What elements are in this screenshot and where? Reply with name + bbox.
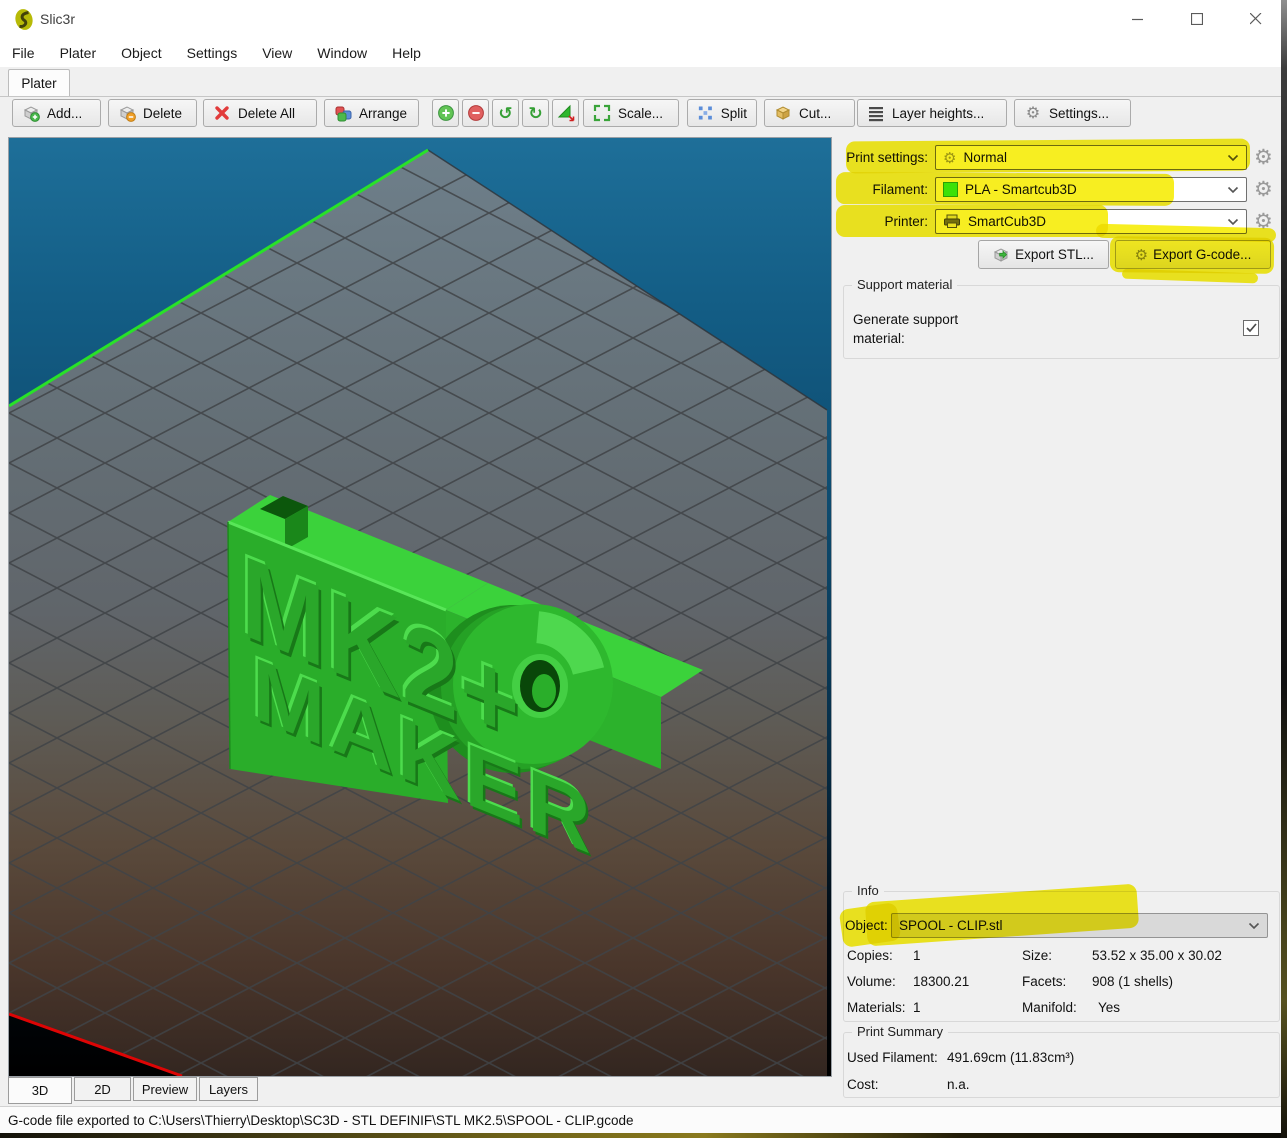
rotate-cw-button[interactable]: ↻	[522, 99, 549, 127]
pane-divider	[0, 96, 1281, 97]
menu-file[interactable]: File	[12, 45, 35, 61]
status-message: G-code file exported to C:\Users\Thierry…	[8, 1112, 634, 1128]
generate-support-label-2: material:	[853, 331, 905, 346]
increase-copies-icon	[437, 105, 454, 121]
change-scale-button[interactable]	[552, 99, 579, 127]
size-label: Size:	[1022, 948, 1053, 963]
viewport-3d[interactable]: MK2+ MK2+ MK2+ MAKER MAKER MAKER	[8, 137, 832, 1078]
layer-heights-button[interactable]: Layer heights...	[857, 99, 1007, 127]
used-filament-label: Used Filament:	[847, 1050, 938, 1065]
cost-value: n.a.	[947, 1077, 970, 1092]
menu-window[interactable]: Window	[317, 45, 367, 61]
highlight-object-label	[838, 902, 902, 948]
delete-button[interactable]: Delete	[108, 99, 197, 127]
desktop-edge-bottom	[0, 1133, 1281, 1138]
size-value: 53.52 x 35.00 x 30.02	[1092, 948, 1222, 963]
rotate-ccw-icon: ↺	[498, 103, 513, 123]
change-scale-icon	[557, 104, 574, 122]
facets-label: Facets:	[1022, 974, 1067, 989]
slic3r-window: Slic3r File Plater Object Settings View …	[0, 0, 1281, 1133]
menu-settings[interactable]: Settings	[187, 45, 238, 61]
used-filament-value: 491.69cm (11.83cm³)	[947, 1050, 1075, 1065]
decrease-copies-icon	[467, 105, 484, 121]
increase-copies-button[interactable]	[432, 99, 459, 127]
tab-plater[interactable]: Plater	[8, 69, 70, 97]
rotate-cw-icon: ↻	[528, 103, 543, 123]
generate-support-checkbox[interactable]	[1243, 320, 1259, 336]
volume-label: Volume:	[847, 974, 896, 989]
facets-value: 908 (1 shells)	[1092, 974, 1174, 989]
copies-value: 1	[913, 948, 921, 963]
layer-heights-icon	[869, 107, 883, 122]
materials-value: 1	[913, 1000, 921, 1015]
generate-support-label: Generate support	[853, 312, 959, 327]
arrange-button[interactable]: Arrange	[324, 99, 419, 127]
maximize-button[interactable]	[1174, 0, 1220, 38]
status-bar: G-code file exported to C:\Users\Thierry…	[0, 1106, 1281, 1133]
materials-label: Materials:	[847, 1000, 906, 1015]
title-bar: Slic3r	[0, 0, 1281, 38]
cut-icon	[775, 106, 791, 120]
tab-preview[interactable]: Preview	[133, 1077, 197, 1101]
highlight-filament	[835, 172, 1175, 206]
tab-layers[interactable]: Layers	[199, 1077, 258, 1101]
slic3r-logo-icon	[15, 9, 33, 30]
close-icon	[1250, 13, 1262, 25]
minimize-button[interactable]	[1115, 0, 1161, 38]
chevron-down-icon	[1248, 922, 1260, 929]
settings-button[interactable]: ⚙ Settings...	[1014, 99, 1131, 127]
gear-icon: ⚙	[1025, 105, 1041, 122]
close-button[interactable]	[1233, 0, 1279, 38]
menu-view[interactable]: View	[262, 45, 292, 61]
cost-label: Cost:	[847, 1077, 879, 1092]
minimize-icon	[1132, 18, 1143, 21]
checkmark-icon	[1245, 323, 1257, 333]
scale-button[interactable]: Scale...	[583, 99, 679, 127]
add-button[interactable]: Add...	[12, 99, 101, 127]
highlight-print-settings	[845, 138, 1251, 174]
export-stl-button[interactable]: Export STL...	[978, 240, 1109, 269]
split-icon	[698, 106, 712, 120]
menu-help[interactable]: Help	[392, 45, 421, 61]
volume-value: 18300.21	[913, 974, 970, 989]
notebook-tab-strip: Plater	[0, 67, 1281, 97]
delete-all-button[interactable]: Delete All	[203, 99, 317, 127]
print-summary-group: Print Summary	[843, 1024, 1280, 1098]
desktop-edge-right	[1281, 0, 1287, 1138]
build-plate-scene: MK2+ MK2+ MK2+ MAKER MAKER MAKER	[8, 138, 831, 1078]
manifold-value: Yes	[1098, 1000, 1121, 1015]
tab-2d[interactable]: 2D	[74, 1077, 131, 1101]
add-object-icon	[23, 106, 40, 122]
manifold-label: Manifold:	[1022, 1000, 1077, 1015]
split-button[interactable]: Split	[687, 99, 757, 127]
chevron-down-icon	[1227, 218, 1239, 225]
filament-gear-button[interactable]: ⚙	[1254, 179, 1273, 200]
print-settings-gear-button[interactable]: ⚙	[1254, 147, 1273, 168]
menu-bar: File Plater Object Settings View Window …	[0, 38, 1281, 67]
scale-icon	[593, 104, 611, 122]
copies-label: Copies:	[847, 948, 893, 963]
window-title: Slic3r	[40, 11, 76, 27]
menu-plater[interactable]: Plater	[60, 45, 97, 61]
arrange-icon	[335, 106, 352, 122]
cut-button[interactable]: Cut...	[764, 99, 855, 127]
chevron-down-icon	[1227, 186, 1239, 193]
maximize-icon	[1191, 13, 1203, 25]
delete-all-icon	[215, 106, 229, 120]
tab-3d[interactable]: 3D	[8, 1077, 72, 1104]
export-stl-icon	[993, 247, 1009, 262]
delete-object-icon	[119, 106, 136, 122]
menu-object[interactable]: Object	[121, 45, 161, 61]
decrease-copies-button[interactable]	[462, 99, 489, 127]
rotate-ccw-button[interactable]: ↺	[492, 99, 519, 127]
highlight-printer	[836, 205, 1108, 237]
